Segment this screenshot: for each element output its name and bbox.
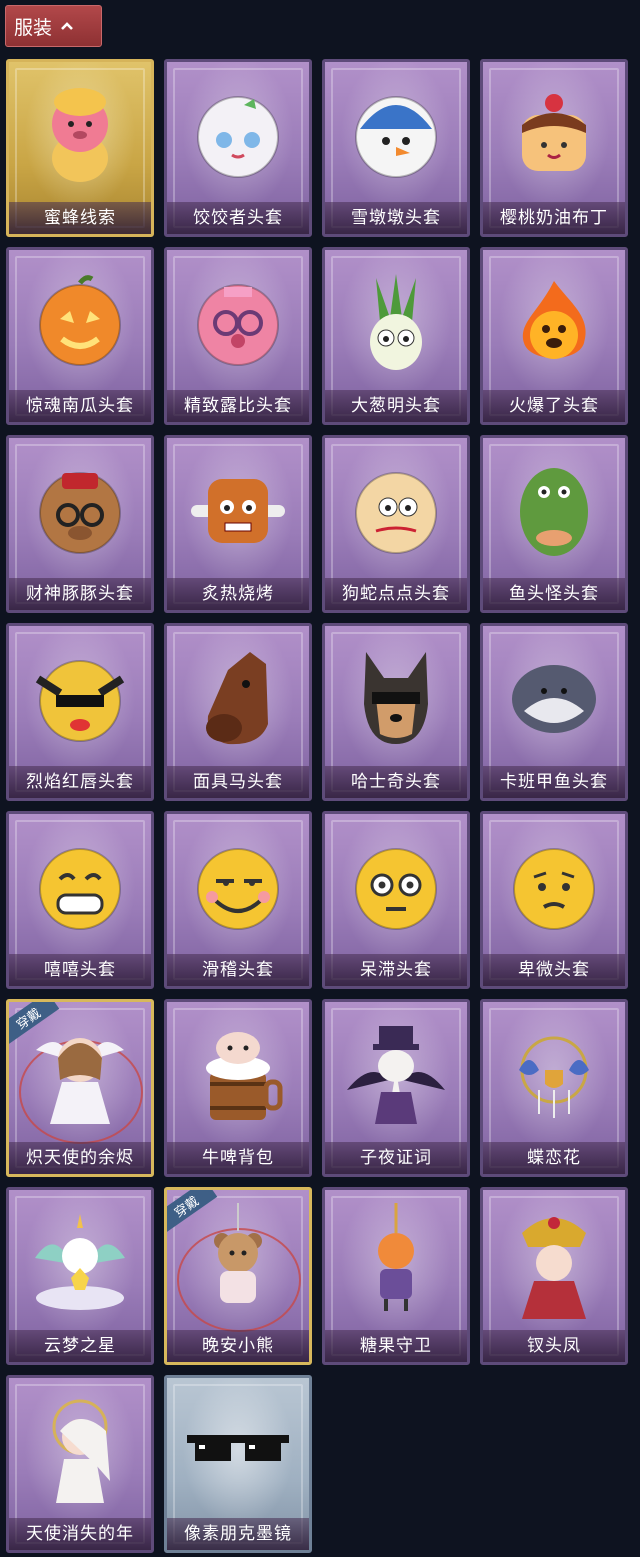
costume-card[interactable]: 子夜证词 [322,999,470,1177]
dumpling-head-icon [180,76,296,194]
stare-emoji-icon [338,828,454,946]
costume-name: 蝶恋花 [483,1142,625,1174]
costume-name: 烈焰红唇头套 [9,766,151,798]
plague-bird-icon [338,1016,454,1134]
costume-name: 雪墩墩头套 [325,202,467,234]
costume-card[interactable]: 牛啤背包 [164,999,312,1177]
costume-category-toggle[interactable]: 服装 [5,5,102,47]
husky-head-icon [338,640,454,758]
costume-card[interactable]: 穿戴 炽天使的余烬 [6,999,154,1177]
pixel-sunglasses-icon [180,1392,296,1510]
costume-name: 狗蛇点点头套 [325,578,467,610]
beer-barrel-icon [180,1016,296,1134]
snake-head-icon [338,452,454,570]
costume-card[interactable]: 哈士奇头套 [322,623,470,801]
unicorn-cloud-icon [22,1204,138,1322]
grey-fish-head-icon [496,640,612,758]
costume-category-label: 服装 [14,16,53,39]
pudding-head-icon [496,76,612,194]
costume-name: 钗头凤 [483,1330,625,1362]
costume-card[interactable]: 面具马头套 [164,623,312,801]
costume-name: 饺饺者头套 [167,202,309,234]
costume-name: 炽天使的余烬 [9,1142,151,1174]
costume-name: 面具马头套 [167,766,309,798]
costume-name: 惊魂南瓜头套 [9,390,151,422]
costume-card[interactable]: 烈焰红唇头套 [6,623,154,801]
costume-name: 财神豚豚头套 [9,578,151,610]
costume-grid: 蜜蜂线索 饺饺者头套 雪墩墩头套 樱桃奶油布丁 惊魂南瓜头套 精致露比头套 大葱明头… [6,59,628,1553]
costume-name: 天使消失的年 [9,1518,151,1550]
costume-name: 卡班甲鱼头套 [483,766,625,798]
costume-name: 滑稽头套 [167,954,309,986]
bear-charm-icon [180,1203,296,1322]
costume-name: 卑微头套 [483,954,625,986]
costume-card[interactable]: 炙热烧烤 [164,435,312,613]
fire-head-icon [496,264,612,382]
costume-name: 樱桃奶油布丁 [483,202,625,234]
costume-card[interactable]: 钗头凤 [480,1187,628,1365]
costume-name: 精致露比头套 [167,390,309,422]
costume-card[interactable]: 惊魂南瓜头套 [6,247,154,425]
costume-card[interactable]: 云梦之星 [6,1187,154,1365]
costume-card[interactable]: 雪墩墩头套 [322,59,470,237]
grin-emoji-icon [22,828,138,946]
chevron-up-icon [60,18,74,34]
pink-beaver-head-icon [180,264,296,382]
costume-card[interactable]: 呆滞头套 [322,811,470,989]
costume-card[interactable]: 卑微头套 [480,811,628,989]
fish-head-icon [496,452,612,570]
bee-costume-icon [22,76,138,194]
phoenix-crown-icon [496,1204,612,1322]
costume-card[interactable]: 卡班甲鱼头套 [480,623,628,801]
costume-name: 大葱明头套 [325,390,467,422]
angel-doll-icon [22,1016,138,1134]
funny-emoji-icon [180,828,296,946]
yellow-mask-icon [22,640,138,758]
costume-card[interactable]: 天使消失的年 [6,1375,154,1553]
grilled-meat-icon [180,452,296,570]
costume-name: 火爆了头套 [483,390,625,422]
snowman-head-icon [338,76,454,194]
horse-mask-icon [180,640,296,758]
costume-card[interactable]: 滑稽头套 [164,811,312,989]
costume-name: 蜜蜂线索 [9,202,151,234]
costume-card[interactable]: 蜜蜂线索 [6,59,154,237]
costume-name: 哈士奇头套 [325,766,467,798]
costume-name: 糖果守卫 [325,1330,467,1362]
costume-name: 子夜证词 [325,1142,467,1174]
costume-card[interactable]: 樱桃奶油布丁 [480,59,628,237]
capybara-head-icon [22,452,138,570]
costume-card[interactable]: 饺饺者头套 [164,59,312,237]
costume-card[interactable]: 像素朋克墨镜 [164,1375,312,1553]
humble-emoji-icon [496,828,612,946]
costume-name: 炙热烧烤 [167,578,309,610]
costume-name: 晚安小熊 [167,1330,309,1362]
costume-name: 嘻嘻头套 [9,954,151,986]
costume-card[interactable]: 大葱明头套 [322,247,470,425]
costume-card[interactable]: 蝶恋花 [480,999,628,1177]
pumpkin-head-icon [22,264,138,382]
angel-girl-icon [22,1392,138,1510]
candy-guard-icon [338,1203,454,1322]
costume-name: 云梦之星 [9,1330,151,1362]
costume-name: 像素朋克墨镜 [167,1518,309,1550]
scallion-head-icon [338,264,454,382]
costume-card[interactable]: 财神豚豚头套 [6,435,154,613]
costume-name: 鱼头怪头套 [483,578,625,610]
costume-card[interactable]: 嘻嘻头套 [6,811,154,989]
costume-name: 呆滞头套 [325,954,467,986]
costume-card[interactable]: 精致露比头套 [164,247,312,425]
costume-card[interactable]: 火爆了头套 [480,247,628,425]
costume-card[interactable]: 鱼头怪头套 [480,435,628,613]
costume-card[interactable]: 狗蛇点点头套 [322,435,470,613]
costume-name: 牛啤背包 [167,1142,309,1174]
costume-card[interactable]: 穿戴 晚安小熊 [164,1187,312,1365]
butterfly-chime-icon [496,1016,612,1134]
costume-card[interactable]: 糖果守卫 [322,1187,470,1365]
